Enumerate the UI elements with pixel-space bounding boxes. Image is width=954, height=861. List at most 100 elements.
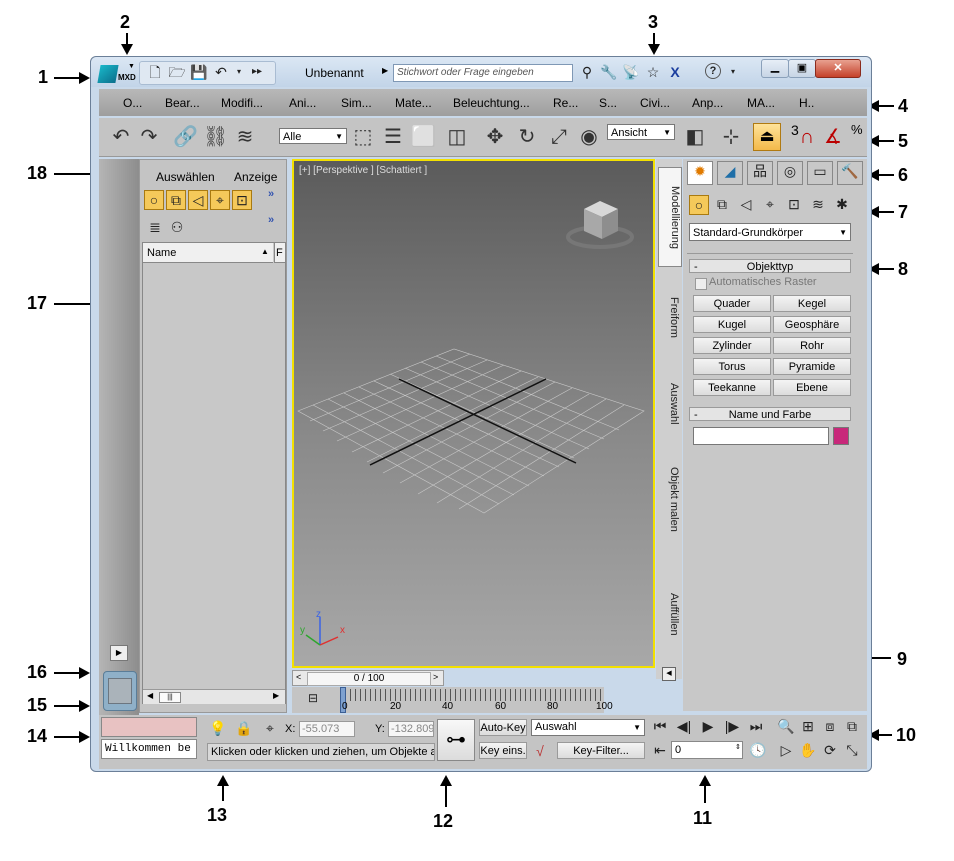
menu-item-animation[interactable]: Ani... bbox=[289, 96, 316, 110]
ribbon-tab-freiform[interactable]: Freiform bbox=[658, 277, 680, 357]
reference-coordinate-dropdown[interactable]: Ansicht ▼ bbox=[607, 124, 675, 140]
menu-item-maxscript[interactable]: MA... bbox=[747, 96, 775, 110]
search-input[interactable]: Stichwort oder Frage eingeben bbox=[393, 64, 573, 82]
menu-item-material[interactable]: Mate... bbox=[395, 96, 432, 110]
column-header-f[interactable]: F bbox=[274, 243, 285, 263]
ribbon-collapse-icon[interactable]: ◀ bbox=[662, 667, 676, 681]
ribbon-tab-modellierung[interactable]: Modellierung bbox=[658, 167, 682, 267]
ribbon-tab-objekt-malen[interactable]: Objekt malen bbox=[658, 449, 680, 549]
pivot-center-icon[interactable]: ◧ bbox=[683, 125, 707, 149]
percent-snap-icon[interactable]: % bbox=[851, 122, 863, 137]
communication-icon[interactable]: 📡 bbox=[622, 63, 640, 81]
app-menu-dropdown-icon[interactable]: ▼ bbox=[128, 63, 135, 70]
create-ebene-button[interactable]: Ebene bbox=[773, 379, 851, 396]
hierarchy-icon[interactable]: ⚇ bbox=[168, 218, 186, 236]
selection-lock-icon[interactable]: 🔒 bbox=[235, 719, 253, 737]
set-key-button[interactable]: Key eins. bbox=[479, 742, 527, 759]
snap-toggle-icon[interactable]: ∩ bbox=[795, 125, 819, 149]
coord-x-field[interactable]: -55.073 bbox=[299, 721, 355, 737]
scroll-right-icon[interactable]: ▶ bbox=[273, 691, 279, 700]
create-zylinder-button[interactable]: Zylinder bbox=[693, 337, 771, 354]
helpers-icon[interactable]: ⊡ bbox=[785, 195, 803, 213]
time-slider-next-icon[interactable]: > bbox=[433, 672, 438, 682]
ribbon-tab-auswahl[interactable]: Auswahl bbox=[658, 364, 680, 444]
favorites-star-icon[interactable]: ☆ bbox=[644, 63, 662, 81]
zoom-extents-all-icon[interactable]: ⧉ bbox=[843, 717, 861, 735]
help-dropdown-icon[interactable]: ▾ bbox=[724, 63, 742, 81]
create-rohr-button[interactable]: Rohr bbox=[773, 337, 851, 354]
auto-key-button[interactable]: Auto-Key bbox=[479, 719, 527, 736]
undo-icon[interactable]: ↶ bbox=[212, 63, 230, 81]
help-icon[interactable]: ? bbox=[705, 63, 721, 79]
filter-helpers-icon[interactable]: ⊡ bbox=[232, 190, 252, 210]
horizontal-scrollbar[interactable]: ◀ ||| ▶ bbox=[143, 689, 285, 704]
new-file-icon[interactable]: 🗋 bbox=[146, 63, 164, 81]
cameras-icon[interactable]: ⌖ bbox=[761, 195, 779, 213]
go-to-end-icon[interactable]: ⏭ bbox=[747, 717, 765, 735]
hierarchy-tab-icon[interactable]: 品 bbox=[747, 161, 773, 185]
create-teekanne-button[interactable]: Teekanne bbox=[693, 379, 771, 396]
key-filters-button[interactable]: Key-Filter... bbox=[557, 742, 645, 759]
open-file-icon[interactable]: 🗁 bbox=[168, 63, 186, 81]
create-kugel-button[interactable]: Kugel bbox=[693, 316, 771, 333]
menu-item-modifikatoren[interactable]: Modifi... bbox=[221, 96, 263, 110]
spacewarps-icon[interactable]: ≋ bbox=[809, 195, 827, 213]
isolate-selection-icon[interactable]: 💡 bbox=[209, 719, 227, 737]
rectangular-selection-icon[interactable]: ⬜ bbox=[411, 125, 436, 149]
bind-spacewarp-icon[interactable]: ≋ bbox=[233, 125, 257, 149]
set-key-icon[interactable]: ⊶ bbox=[437, 719, 475, 761]
filter-cameras-icon[interactable]: ⌖ bbox=[210, 190, 230, 210]
placement-icon[interactable]: ◉ bbox=[577, 125, 601, 149]
unlink-icon[interactable]: ⛓ bbox=[203, 125, 228, 149]
menu-item-anpassen[interactable]: Anp... bbox=[692, 96, 723, 110]
exchange-x-icon[interactable]: X bbox=[666, 63, 684, 81]
time-slider[interactable]: < 0 / 100 > bbox=[292, 670, 444, 686]
rollout-namecolor-header[interactable]: - Name und Farbe bbox=[689, 407, 851, 421]
menu-item-s[interactable]: S... bbox=[599, 96, 617, 110]
rollout-objecttype-header[interactable]: - Objekttyp bbox=[689, 259, 851, 273]
select-by-name-icon[interactable]: ☰ bbox=[381, 125, 405, 149]
geometry-icon[interactable]: ○ bbox=[689, 195, 709, 215]
frame-counter[interactable]: 0 / 100 bbox=[307, 672, 431, 686]
window-crossing-icon[interactable]: ◫ bbox=[445, 125, 469, 149]
selection-filter-dropdown[interactable]: Alle ▼ bbox=[279, 128, 347, 144]
more-tools-icon[interactable]: ▸▸ bbox=[248, 63, 266, 81]
search-expand-icon[interactable]: ▶ bbox=[382, 66, 388, 75]
lights-icon[interactable]: ◁ bbox=[737, 195, 755, 213]
save-icon[interactable]: 💾 bbox=[190, 63, 208, 81]
minimize-button[interactable]: ▁ bbox=[761, 59, 789, 78]
subscription-icon[interactable]: 🔧 bbox=[600, 63, 618, 81]
more-tools-icon[interactable]: » bbox=[268, 214, 274, 226]
maxscript-output-field[interactable]: Willkommen be bbox=[101, 739, 197, 759]
menu-item-simulation[interactable]: Sim... bbox=[341, 96, 372, 110]
zoom-extents-icon[interactable]: ⧈ bbox=[821, 717, 839, 735]
expand-layouts-icon[interactable]: ▶ bbox=[110, 645, 128, 661]
field-of-view-icon[interactable]: ▷ bbox=[777, 741, 795, 759]
maxscript-listener-field[interactable] bbox=[101, 717, 197, 737]
create-geosphaere-button[interactable]: Geosphäre bbox=[773, 316, 851, 333]
scene-explorer-menu-display[interactable]: Anzeige bbox=[234, 170, 277, 184]
default-tangents-icon[interactable]: √ bbox=[531, 742, 549, 760]
close-button[interactable]: ✕ bbox=[815, 59, 861, 78]
manipulate-icon[interactable]: ⊹ bbox=[719, 125, 743, 149]
create-kegel-button[interactable]: Kegel bbox=[773, 295, 851, 312]
pan-view-icon[interactable]: ✋ bbox=[799, 741, 817, 759]
time-configuration-icon[interactable]: 🕓 bbox=[749, 741, 767, 759]
filter-shapes-icon[interactable]: ⧉ bbox=[166, 190, 186, 210]
viewport-layout-tab[interactable] bbox=[103, 671, 137, 711]
rotate-icon[interactable]: ↻ bbox=[515, 125, 539, 149]
scale-icon[interactable]: ⤢ bbox=[547, 125, 571, 149]
systems-icon[interactable]: ✱ bbox=[833, 195, 851, 213]
perspective-viewport[interactable]: [+] [Perspektive ] [Schattiert ] z x y bbox=[292, 159, 655, 668]
create-pyramide-button[interactable]: Pyramide bbox=[773, 358, 851, 375]
menu-item-o[interactable]: O... bbox=[123, 96, 142, 110]
next-frame-icon[interactable]: |▶ bbox=[723, 717, 741, 735]
menu-item-bearbeiten[interactable]: Bear... bbox=[165, 96, 200, 110]
scroll-thumb[interactable]: ||| bbox=[159, 692, 181, 703]
shapes-icon[interactable]: ⧉ bbox=[713, 195, 731, 213]
scroll-left-icon[interactable]: ◀ bbox=[147, 691, 153, 700]
object-category-dropdown[interactable]: Standard-Grundkörper ▼ bbox=[689, 223, 851, 241]
move-icon[interactable]: ✥ bbox=[483, 125, 507, 149]
key-mode-toggle-icon[interactable]: ⇤ bbox=[651, 741, 669, 759]
maximize-viewport-icon[interactable]: ⤡ bbox=[843, 741, 861, 759]
